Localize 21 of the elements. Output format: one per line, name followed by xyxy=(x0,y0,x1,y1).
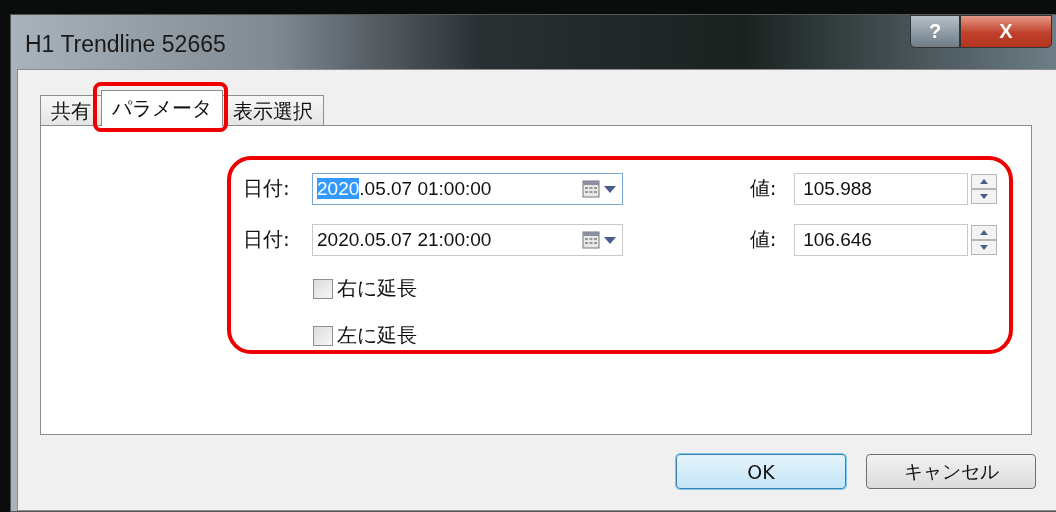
tab[interactable]: パラメータ xyxy=(101,90,223,126)
window-title: H1 Trendline 52665 xyxy=(25,31,226,58)
value-label: 値: xyxy=(749,226,778,253)
value-field[interactable]: 105.988 xyxy=(794,172,968,205)
spinner-control[interactable] xyxy=(971,173,997,204)
date-label: 日付: xyxy=(243,175,291,202)
checkbox-label: 左に延長 xyxy=(337,322,417,349)
calendar-dropdown-icon[interactable] xyxy=(581,178,618,199)
date-field[interactable]: 2020.05.07 21:00:00 xyxy=(312,223,623,256)
checkbox[interactable] xyxy=(313,278,333,299)
checkbox-label: 右に延長 xyxy=(337,275,417,302)
date-label: 日付: xyxy=(243,226,291,253)
date-field[interactable]: 2020.05.07 01:00:00 xyxy=(312,172,623,205)
close-button[interactable]: X xyxy=(960,15,1052,48)
spinner-control[interactable] xyxy=(971,224,997,255)
value-field[interactable]: 106.646 xyxy=(794,223,968,256)
checkbox[interactable] xyxy=(313,325,333,346)
cancel-button[interactable]: キャンセル xyxy=(866,454,1036,489)
calendar-dropdown-icon[interactable] xyxy=(581,229,618,250)
value-label: 値: xyxy=(749,175,778,202)
ok-button[interactable]: OK xyxy=(676,454,846,489)
